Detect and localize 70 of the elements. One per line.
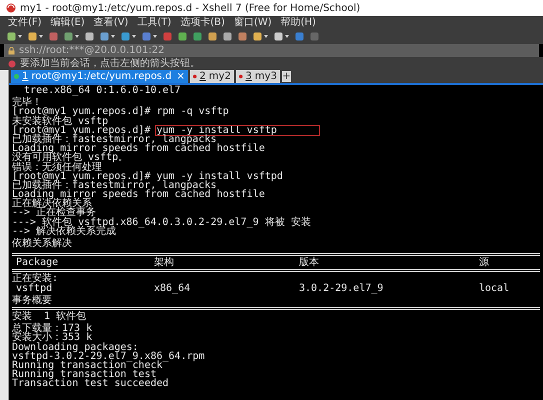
terminal-line: 未安装软件包 vsftp <box>12 116 108 126</box>
table-cell: vsftpd <box>16 284 52 293</box>
app-logo-icon <box>6 3 16 13</box>
terminal-line: Loading mirror speeds from cached hostfile <box>12 144 265 154</box>
terminal-line: Downloading packages: <box>12 342 138 352</box>
tab-label: my3 <box>254 71 277 82</box>
terminal-line: 依赖关系解决 <box>12 239 72 248</box>
terminal-line: Running transaction test <box>12 370 156 380</box>
terminal-line: 安装大小：353 k <box>12 333 92 342</box>
caret-icon[interactable] <box>132 35 136 38</box>
caret-icon[interactable] <box>39 35 43 38</box>
status-dot-icon <box>14 74 19 79</box>
table-cell: 3.0.2-29.el7_9 <box>299 284 384 293</box>
caret-icon[interactable] <box>264 35 268 38</box>
tab-label: my2 <box>208 71 231 82</box>
session-tab[interactable]: 1 root@my1:/etc/yum.repos.d × <box>11 70 188 83</box>
caret-icon[interactable] <box>75 35 79 38</box>
terminal-line: 事务概要 <box>12 296 52 305</box>
table-cell: 源 <box>479 258 489 268</box>
session-tab[interactable]: 3 my3 <box>236 70 280 83</box>
tab-number: 1 <box>22 71 28 82</box>
menu-item[interactable]: 帮助(H) <box>280 17 316 28</box>
terminal-command: yum -y install vsftpd <box>156 172 283 181</box>
caret-icon[interactable] <box>153 35 157 38</box>
caret-icon[interactable] <box>18 35 22 38</box>
terminal-line: 安装 1 软件包 <box>12 312 86 322</box>
terminal-line: --> 解决依赖关系完成 <box>12 226 116 236</box>
tab-label: root@my1:/etc/yum.repos.d <box>31 71 172 82</box>
terminal-line: 已加载插件：fastestmirror, langpacks <box>12 134 216 144</box>
terminal-line: 没有可用软件包 vsftp。 <box>12 153 128 162</box>
menu-item[interactable]: 文件(F) <box>8 17 42 28</box>
table-cell: local <box>479 284 510 293</box>
caret-icon[interactable] <box>285 35 289 38</box>
terminal-line: Transaction test succeeded <box>12 379 169 388</box>
table-cell: 架构 <box>154 258 174 268</box>
table-cell: Package <box>16 258 58 268</box>
close-button[interactable]: × <box>176 71 185 82</box>
window-title: my1 - root@my1:/etc/yum.repos.d - Xshell 7 (Free for Home/School) <box>20 2 360 16</box>
hint-text: 要添加当前会话，点击左侧的箭头按钮。 <box>20 58 200 69</box>
terminal-command: rpm -q vsftp <box>156 107 229 117</box>
terminal-line: 正在安装: <box>12 274 58 284</box>
status-dot-icon <box>238 74 243 79</box>
shell-prompt: [root@my1 yum.repos.d]# <box>12 126 150 135</box>
menu-item[interactable]: 工具(T) <box>137 17 172 28</box>
info-icon <box>8 60 16 68</box>
terminal-line: ---> 软件包 vsftpd.x86_64.0.3.0.2-29.el7_9 将被 安装 <box>12 218 311 227</box>
terminal-line: 错误：无须任何处理 <box>12 162 102 172</box>
menu-item[interactable]: 查看(V) <box>94 17 128 28</box>
caret-icon[interactable] <box>111 35 115 38</box>
table-cell: 版本 <box>299 258 319 268</box>
terminal-line: Running transaction check <box>12 360 163 370</box>
terminal-line: 总下载量：173 k <box>12 324 92 334</box>
tab-number: 2 <box>200 71 206 82</box>
new-tab-button[interactable]: + <box>282 71 291 82</box>
status-dot-icon <box>192 74 197 79</box>
menu-item[interactable]: 编辑(E) <box>50 17 85 28</box>
terminal-line: 正在解决依赖关系 <box>12 199 92 208</box>
terminal-command: yum -y install vsftp <box>156 126 319 135</box>
session-tab[interactable]: 2 my2 <box>190 70 234 83</box>
menu-item[interactable]: 选项卡(B) <box>180 17 225 28</box>
shell-prompt: [root@my1 yum.repos.d]# <box>12 172 150 181</box>
terminal-line: --> 正在检查事务 <box>12 208 96 218</box>
terminal-line: tree.x86_64 0:1.6.0-10.el7 <box>23 86 181 96</box>
terminal-line: 完毕！ <box>12 98 42 108</box>
table-cell: x86_64 <box>154 284 190 293</box>
menu-item[interactable]: 窗口(W) <box>234 17 272 28</box>
terminal-line: 已加载插件：fastestmirror, langpacks <box>12 180 216 190</box>
tab-number: 3 <box>246 71 252 82</box>
terminal-line: vsftpd-3.0.2-29.el7_9.x86_64.rpm <box>12 352 205 361</box>
shell-prompt: [root@my1 yum.repos.d]# <box>12 107 150 117</box>
